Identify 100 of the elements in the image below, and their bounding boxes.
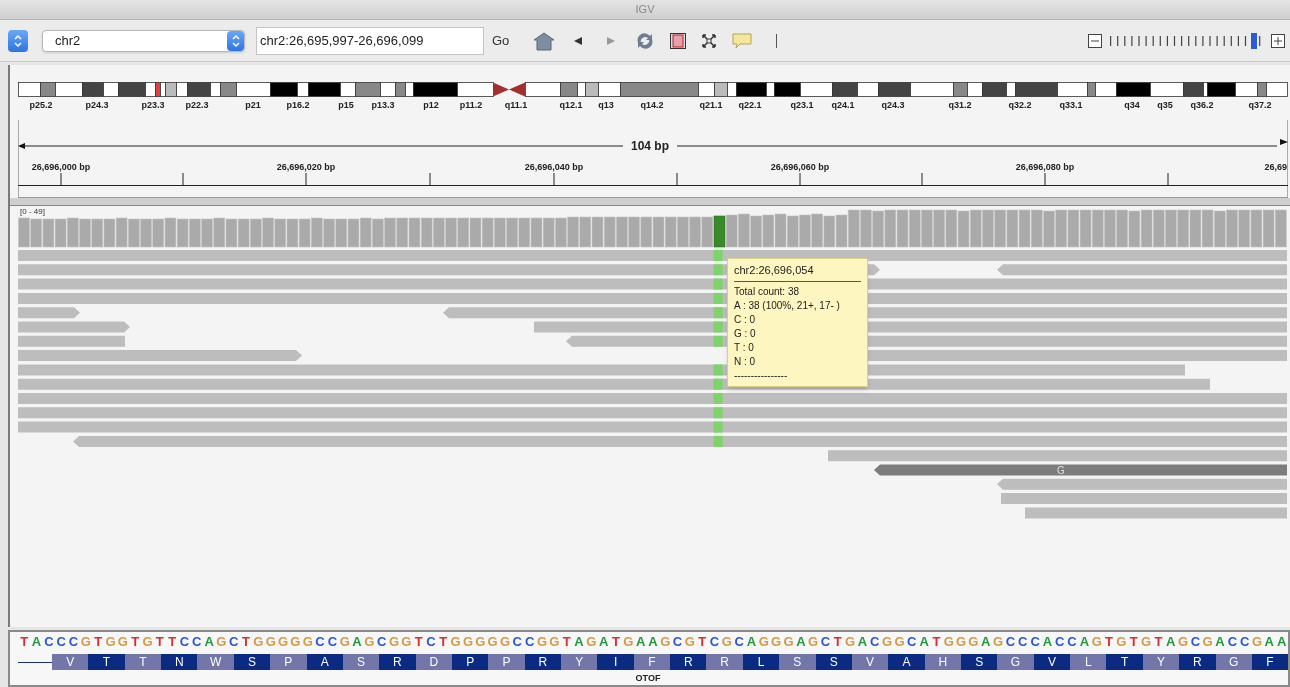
- sequence-base: G: [881, 634, 894, 650]
- sequence-base: T: [1128, 634, 1139, 650]
- sequence-base: T: [1104, 634, 1114, 650]
- amino-acid-block: D: [415, 654, 452, 670]
- sequence-base: G: [955, 634, 968, 650]
- cytoband-label: q23.1: [790, 99, 814, 112]
- amino-acid-block: L: [742, 654, 780, 670]
- sequence-base: G: [289, 634, 302, 650]
- amino-acid-block: I: [597, 654, 634, 670]
- cytoband-label: q21.1: [699, 99, 723, 112]
- cytoband-label: p24.3: [85, 99, 109, 112]
- amino-acid-block: L: [1070, 654, 1107, 670]
- sequence-base: C: [869, 634, 881, 650]
- cytoband-label: p11.2: [459, 99, 483, 112]
- amino-acid-block: Y: [1142, 654, 1180, 670]
- tooltip-line: G : 0: [734, 326, 757, 341]
- sequence-base: A: [1041, 634, 1054, 650]
- tick-label: 26,696,020 bp: [276, 161, 336, 174]
- sequence-base: G: [1139, 634, 1153, 650]
- sequence-base: T: [610, 634, 621, 650]
- cytoband-label: q32.2: [1008, 99, 1032, 112]
- sequence-base: A: [573, 634, 585, 650]
- amino-acid-block: N: [161, 654, 198, 670]
- sequence-base: T: [413, 634, 424, 650]
- sequence-base: G: [474, 634, 487, 650]
- sequence-base: G: [782, 634, 795, 650]
- amino-acid-block: T: [124, 654, 162, 670]
- sequence-base: A: [795, 634, 807, 650]
- sequence-base: C: [671, 634, 684, 650]
- tooltip-title: chr2:26,696,054: [734, 262, 861, 282]
- sequence-base: G: [1090, 634, 1103, 650]
- amino-acid-block: P: [451, 654, 489, 670]
- tick-label: 26,696,040 bp: [524, 161, 584, 174]
- amino-acid-block: R: [706, 654, 743, 670]
- amino-acid-block: S: [779, 654, 816, 670]
- sequence-base: G: [967, 634, 980, 650]
- fit-icon[interactable]: [700, 31, 719, 50]
- sequence-base: T: [697, 634, 708, 650]
- sequence-base: G: [486, 634, 499, 650]
- cytoband-label: q24.1: [831, 99, 855, 112]
- sequence-base: T: [167, 634, 178, 650]
- sequence-base: C: [523, 634, 536, 650]
- sequence-base: G: [363, 634, 376, 650]
- mismatch-base-label: G: [1057, 464, 1065, 476]
- sequence-base: C: [1238, 634, 1251, 650]
- home-icon[interactable]: [533, 30, 556, 51]
- amino-acid-block: S: [815, 654, 852, 670]
- sequence-base: T: [130, 634, 141, 650]
- go-button[interactable]: Go: [488, 26, 514, 55]
- tooltip-line: A : 38 (100%, 21+, 17- ): [734, 298, 841, 313]
- tick-label: 26,696,060 bp: [770, 161, 830, 174]
- tooltip-line: T : 0: [734, 340, 755, 355]
- sequence-base: A: [1165, 634, 1177, 650]
- cytoband-label: p16.2: [286, 99, 310, 112]
- zoom-out-icon[interactable]: [1088, 33, 1102, 48]
- sequence-base: T: [561, 634, 572, 650]
- sequence-base: G: [252, 634, 265, 650]
- amino-acid-block: F: [633, 654, 671, 670]
- sequence-base: T: [832, 634, 843, 650]
- slider-thumb[interactable]: [1251, 32, 1258, 49]
- amino-acid-block: H: [924, 654, 961, 670]
- sequence-base: C: [1054, 634, 1066, 650]
- sequence-base: A: [597, 634, 610, 650]
- sequence-base: G: [1250, 634, 1264, 650]
- chromosome-ideogram-drawing[interactable]: [18, 80, 1288, 98]
- sequence-base: C: [733, 634, 745, 650]
- sequence-base: G: [683, 634, 696, 650]
- cytoband-label: p12: [423, 99, 439, 112]
- chromosome-dropdown[interactable]: chr2: [42, 29, 245, 52]
- amino-acid-block: P: [488, 654, 525, 670]
- cytoband-label: q22.1: [738, 99, 762, 112]
- zoom-in-icon[interactable]: [1271, 33, 1285, 48]
- sequence-base: G: [141, 634, 154, 650]
- cytoband-label: p23.3: [141, 99, 165, 112]
- sequence-base: T: [1153, 634, 1164, 650]
- sequence-base: A: [1275, 634, 1288, 650]
- sequence-base: T: [154, 634, 165, 650]
- sequence-base: G: [1115, 634, 1128, 650]
- cytoband-label: p25.2: [29, 99, 53, 112]
- cytoband-label: q37.2: [1248, 99, 1272, 112]
- sequence-base: C: [1189, 634, 1202, 650]
- tick-label: 26,696,000 bp: [31, 161, 91, 174]
- cytoband-label: q24.3: [881, 99, 905, 112]
- genome-dropdown[interactable]: [8, 29, 28, 52]
- cytoband-label: q31.2: [948, 99, 972, 112]
- sequence-base: C: [55, 634, 67, 650]
- sequence-base: G: [659, 634, 672, 650]
- amino-acid-block: T: [1106, 654, 1143, 670]
- amino-acid-block: R: [1179, 654, 1216, 670]
- region-icon[interactable]: [669, 31, 688, 50]
- locus-field[interactable]: chr2:26,695,997-26,696,099: [256, 26, 484, 55]
- sequence-base: C: [511, 634, 523, 650]
- sequence-base: A: [203, 634, 215, 650]
- sequence-base: G: [548, 634, 561, 650]
- tick-label: 26,69: [1264, 161, 1287, 174]
- amino-acid-block: R: [670, 654, 707, 670]
- sequence-base: C: [326, 634, 339, 650]
- sequence-base: G: [498, 634, 511, 650]
- sequence-base: G: [215, 634, 228, 650]
- sequence-base: G: [116, 634, 129, 650]
